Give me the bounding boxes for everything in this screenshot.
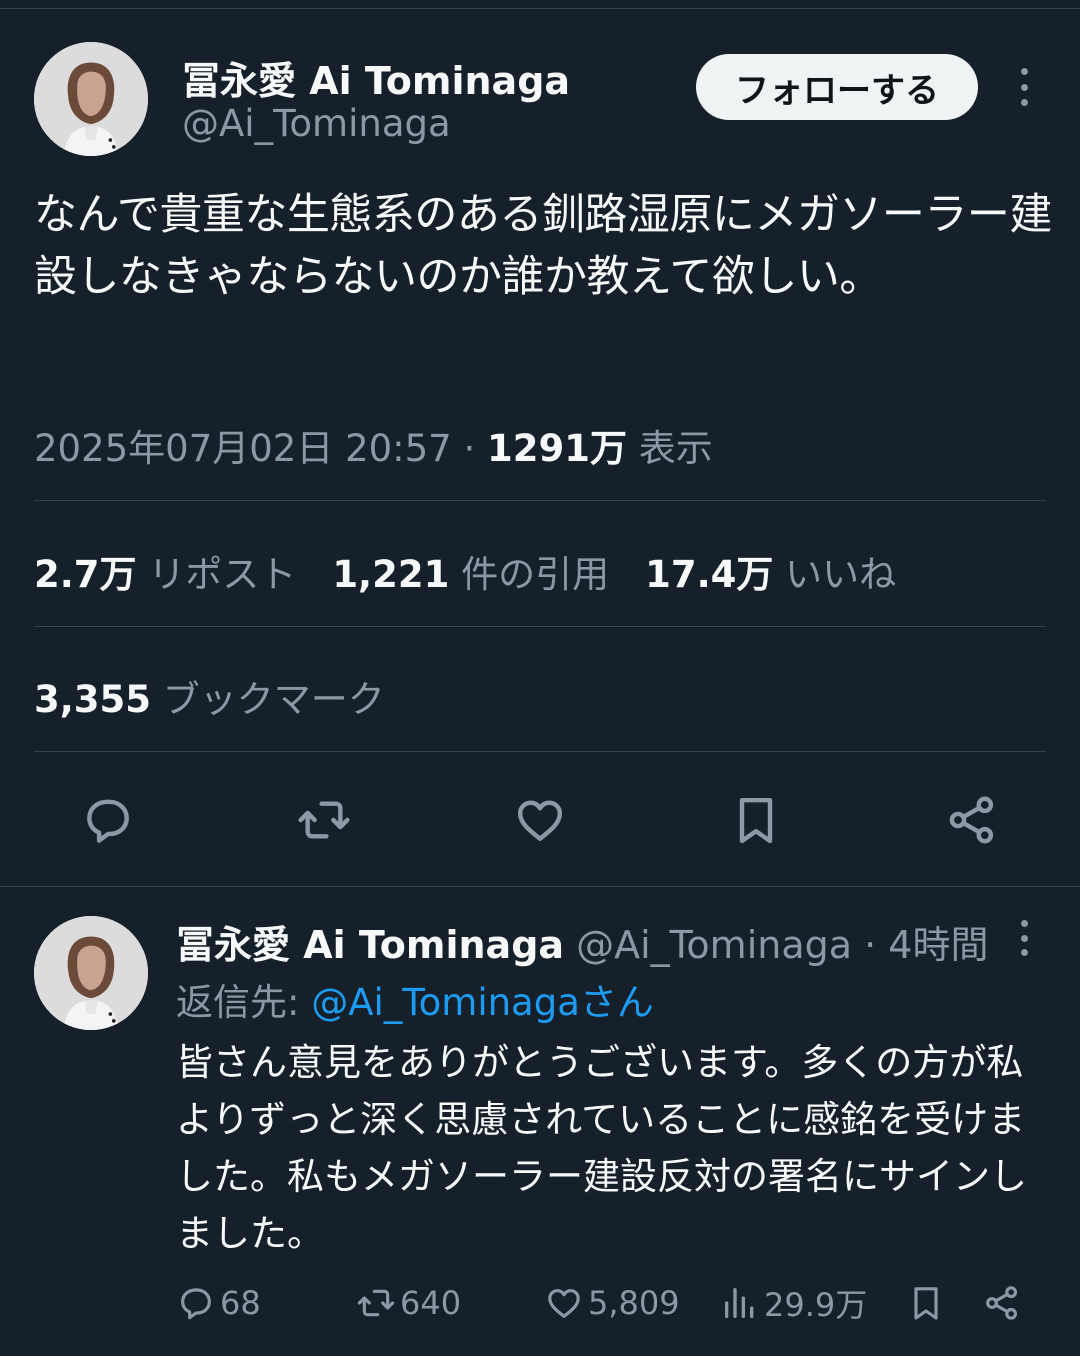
reply-replies-button[interactable]: 68 — [176, 1278, 261, 1328]
reply-more-options-icon[interactable] — [1017, 920, 1031, 956]
like-icon[interactable] — [512, 792, 568, 848]
reply-text: 皆さん意見をありがとうございます。多くの方が私よりずっと深く思慮されていることに… — [176, 1041, 1027, 1255]
divider — [34, 751, 1046, 752]
quotes-stat[interactable]: 1,221 件の引用 — [332, 553, 609, 596]
more-options-icon[interactable] — [1017, 68, 1031, 106]
bookmarks-stat[interactable]: 3,355 ブックマーク — [34, 669, 385, 723]
reply-author-name[interactable]: 冨永愛 Ai Tominaga — [176, 923, 564, 967]
tweet-meta: 2025年07月02日 20:57 · 1291万 表示 — [34, 418, 713, 472]
author-handle[interactable]: @Ai_Tominaga — [182, 102, 451, 145]
reply-replies-count: 68 — [220, 1284, 261, 1322]
reply-action-bar: 68 640 5,809 29.9万 — [176, 1278, 1056, 1328]
section-divider — [0, 886, 1080, 887]
share-icon[interactable] — [944, 792, 1000, 848]
divider — [34, 626, 1046, 627]
reply-repost-button[interactable]: 640 — [356, 1278, 461, 1328]
author-avatar[interactable] — [34, 42, 148, 156]
reply-author-handle[interactable]: @Ai_Tominaga — [564, 923, 852, 967]
reply-icon — [181, 1288, 211, 1320]
divider — [34, 500, 1046, 501]
bookmarks-label: ブックマーク — [151, 678, 385, 721]
reply-like-button[interactable]: 5,809 — [544, 1278, 680, 1328]
author-name[interactable]: 冨永愛 Ai Tominaga — [182, 50, 570, 105]
likes-count: 17.4万 — [645, 553, 774, 596]
replying-to-mention[interactable]: @Ai_Tominagaさん — [311, 981, 654, 1024]
reply-bookmark-button[interactable] — [906, 1278, 950, 1328]
reposts-label: リポスト — [136, 553, 297, 596]
likes-label: いいね — [773, 553, 897, 596]
like-icon — [548, 1289, 580, 1318]
meta-separator: · — [451, 427, 488, 470]
reply-reposts-count: 640 — [400, 1284, 462, 1322]
reply-author-avatar[interactable] — [34, 916, 148, 1030]
likes-stat[interactable]: 17.4万 いいね — [645, 553, 896, 596]
reply-views-button[interactable]: 29.9万 — [720, 1278, 867, 1328]
tweet-text: なんで貴重な生態系のある釧路湿原にメガソーラー建設しなきゃならないのか誰か教えて… — [34, 190, 1052, 302]
reply-share-button[interactable] — [982, 1278, 1026, 1328]
bookmark-icon — [914, 1287, 938, 1320]
replying-to-label: 返信先: — [176, 981, 312, 1024]
reply-likes-count: 5,809 — [588, 1284, 680, 1322]
reposts-stat[interactable]: 2.7万 リポスト — [34, 553, 296, 596]
engagement-stats: 2.7万 リポスト 1,221 件の引用 17.4万 いいね — [34, 544, 896, 598]
quotes-label: 件の引用 — [449, 553, 610, 596]
quotes-count: 1,221 — [332, 553, 450, 596]
reply-header: 冨永愛 Ai Tominaga @Ai_Tominaga · 4時間 — [176, 914, 988, 969]
repost-icon[interactable] — [296, 792, 352, 848]
reply-time[interactable]: · 4時間 — [852, 923, 988, 967]
tweet-timestamp[interactable]: 2025年07月02日 20:57 — [34, 427, 452, 470]
repost-icon — [357, 1289, 395, 1317]
follow-button[interactable]: フォローする — [696, 54, 978, 120]
reply-views-count: 29.9万 — [764, 1286, 868, 1324]
reposts-count: 2.7万 — [34, 553, 137, 596]
share-icon — [986, 1286, 1018, 1320]
analytics-icon — [725, 1288, 754, 1318]
views-count: 1291万 — [487, 427, 627, 470]
bookmarks-count: 3,355 — [34, 678, 152, 721]
replying-to: 返信先: @Ai_Tominagaさん — [176, 972, 654, 1026]
views-label: 表示 — [627, 427, 713, 470]
top-divider — [0, 8, 1080, 9]
bookmark-icon[interactable] — [728, 792, 784, 848]
reply-icon[interactable] — [80, 792, 136, 848]
tweet-detail-page: 冨永愛 Ai Tominaga @Ai_Tominaga フォローする なんで貴… — [0, 0, 1080, 1356]
